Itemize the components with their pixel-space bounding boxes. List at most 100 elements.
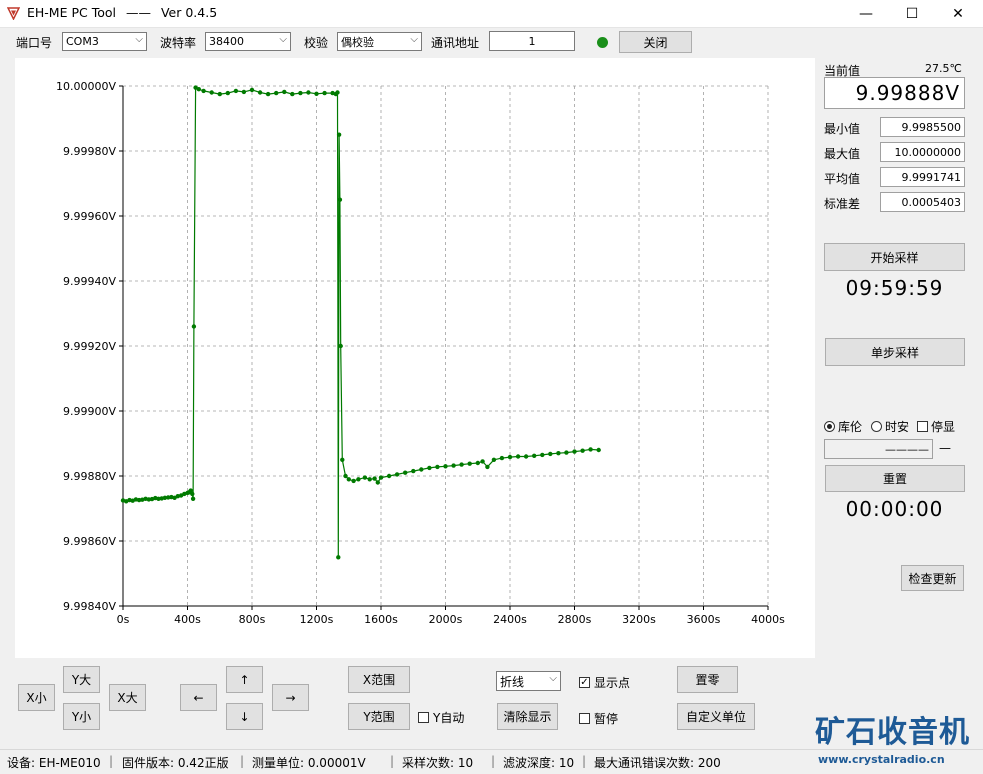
stop-display-checkbox[interactable]: 停显 bbox=[917, 418, 955, 435]
measurement-chart: 0s 400s 800s 1200s 1600s 2000s 2400s 2800s 3200s… bbox=[56, 80, 785, 626]
data-point bbox=[190, 496, 196, 501]
data-point bbox=[507, 454, 513, 460]
app-version: Ver 0.4.5 bbox=[160, 5, 218, 20]
temperature-readout: 27.5℃ bbox=[925, 62, 962, 75]
data-point bbox=[343, 473, 348, 479]
data-point bbox=[274, 90, 279, 96]
parity-select[interactable]: 偶校验 ⌵ bbox=[337, 32, 422, 51]
sampling-timer: 09:59:59 bbox=[845, 276, 944, 300]
x-tick-label: 2400s bbox=[493, 613, 527, 626]
port-select[interactable]: COM3 ⌵ bbox=[62, 32, 147, 51]
maximize-button[interactable]: ☐ bbox=[889, 0, 935, 27]
stat-std-value: 0.0005403 bbox=[880, 192, 965, 212]
data-point bbox=[249, 87, 255, 93]
data-point bbox=[443, 464, 448, 469]
data-point bbox=[201, 88, 206, 94]
radio-amp-hour[interactable]: 时安 bbox=[871, 418, 909, 435]
custom-unit-button[interactable]: 自定义单位 bbox=[677, 703, 755, 730]
data-point bbox=[217, 91, 222, 97]
stat-max-label: 最大值 bbox=[824, 147, 861, 161]
address-label: 通讯地址 bbox=[431, 36, 480, 50]
arrow-left-icon: ← bbox=[193, 690, 204, 705]
y-tick-label: 10.00000V bbox=[56, 80, 116, 93]
data-point bbox=[540, 452, 545, 458]
stop-display-label: 停显 bbox=[931, 420, 956, 434]
parity-value: 偶校验 bbox=[341, 35, 374, 49]
pan-up-button[interactable]: ↑ bbox=[226, 666, 263, 693]
pan-right-button[interactable]: → bbox=[272, 684, 309, 711]
x-zoom-in-button[interactable]: X大 bbox=[109, 684, 146, 711]
port-label: 端口号 bbox=[16, 36, 53, 50]
x-tick-label: 400s bbox=[174, 613, 201, 626]
close-window-button[interactable]: ✕ bbox=[935, 0, 981, 27]
x-tick-label: 3200s bbox=[622, 613, 656, 626]
zero-button[interactable]: 置零 bbox=[677, 666, 738, 693]
data-point bbox=[523, 454, 529, 459]
chevron-down-icon: ⌵ bbox=[279, 34, 287, 45]
stat-std-label: 标准差 bbox=[824, 197, 861, 211]
x-tick-label: 2800s bbox=[558, 613, 592, 626]
data-point bbox=[336, 132, 342, 137]
pan-down-button[interactable]: ↓ bbox=[226, 703, 263, 730]
data-point bbox=[340, 457, 345, 462]
data-point bbox=[588, 447, 593, 452]
single-step-button[interactable]: 单步采样 bbox=[825, 338, 965, 366]
status-divider: | bbox=[240, 754, 245, 768]
start-sampling-button[interactable]: 开始采样 bbox=[824, 243, 965, 271]
y-auto-checkbox[interactable]: Y自动 bbox=[418, 709, 464, 726]
x-range-button[interactable]: X范围 bbox=[348, 666, 410, 693]
pause-checkbox[interactable]: 暂停 bbox=[579, 710, 618, 727]
show-points-checkbox[interactable]: ✓ 显示点 bbox=[579, 674, 630, 691]
radio-checked-icon bbox=[824, 421, 835, 432]
data-point bbox=[419, 467, 424, 472]
y-zoom-in-button[interactable]: Y大 bbox=[63, 666, 100, 693]
radio-coulomb[interactable]: 库伦 bbox=[824, 418, 862, 435]
data-point bbox=[580, 448, 585, 453]
clear-display-button[interactable]: 清除显示 bbox=[497, 703, 558, 730]
reset-button[interactable]: 重置 bbox=[825, 465, 965, 492]
y-auto-label: Y自动 bbox=[433, 711, 465, 725]
baud-select[interactable]: 38400 ⌵ bbox=[205, 32, 291, 51]
y-zoom-out-button[interactable]: Y小 bbox=[63, 703, 100, 730]
pause-label: 暂停 bbox=[594, 712, 619, 726]
show-points-label: 显示点 bbox=[594, 676, 631, 690]
arrow-down-icon: ↓ bbox=[239, 709, 250, 724]
data-point bbox=[532, 453, 537, 458]
radio-coulomb-label: 库伦 bbox=[838, 420, 863, 434]
chart-panel: 0s 400s 800s 1200s 1600s 2000s 2400s 2800s 3200s… bbox=[15, 58, 815, 658]
address-input[interactable]: 1 bbox=[489, 31, 575, 51]
minimize-button[interactable]: — bbox=[843, 0, 889, 27]
data-point bbox=[386, 473, 392, 479]
check-update-button[interactable]: 检查更新 bbox=[901, 565, 964, 591]
series-line bbox=[122, 86, 599, 558]
data-point bbox=[491, 457, 497, 462]
status-samples: 采样次数: 10 bbox=[402, 756, 474, 770]
minimize-icon: — bbox=[859, 5, 873, 22]
data-point bbox=[467, 461, 472, 466]
status-firmware: 固件版本: 0.42正版 bbox=[122, 756, 229, 770]
data-point bbox=[564, 450, 569, 455]
data-point bbox=[411, 468, 416, 474]
stat-min-value: 9.9985500 bbox=[880, 117, 965, 137]
plot-mode-select[interactable]: 折线 ⌵ bbox=[496, 671, 561, 691]
data-point bbox=[362, 475, 368, 480]
data-point bbox=[306, 90, 311, 95]
stat-avg-value: 9.9991741 bbox=[880, 167, 965, 187]
data-point bbox=[241, 89, 247, 95]
data-point bbox=[209, 90, 214, 95]
data-point bbox=[190, 491, 195, 497]
close-port-button[interactable]: 关闭 bbox=[619, 31, 692, 53]
data-point bbox=[298, 90, 303, 96]
elapsed-timer: 00:00:00 bbox=[845, 497, 944, 521]
y-tick-label: 9.99980V bbox=[63, 145, 116, 158]
data-point bbox=[338, 343, 343, 349]
y-tick-label: 9.99940V bbox=[63, 275, 116, 288]
data-point bbox=[225, 90, 230, 96]
pan-left-button[interactable]: ← bbox=[180, 684, 217, 711]
status-divider: | bbox=[390, 754, 395, 768]
window-title: EH-ME PC Tool —— Ver 0.4.5 bbox=[27, 5, 217, 20]
x-zoom-out-button[interactable]: X小 bbox=[18, 684, 55, 711]
x-tick-label: 2000s bbox=[429, 613, 463, 626]
checkbox-checked-icon: ✓ bbox=[579, 676, 590, 688]
y-range-button[interactable]: Y范围 bbox=[348, 703, 410, 730]
